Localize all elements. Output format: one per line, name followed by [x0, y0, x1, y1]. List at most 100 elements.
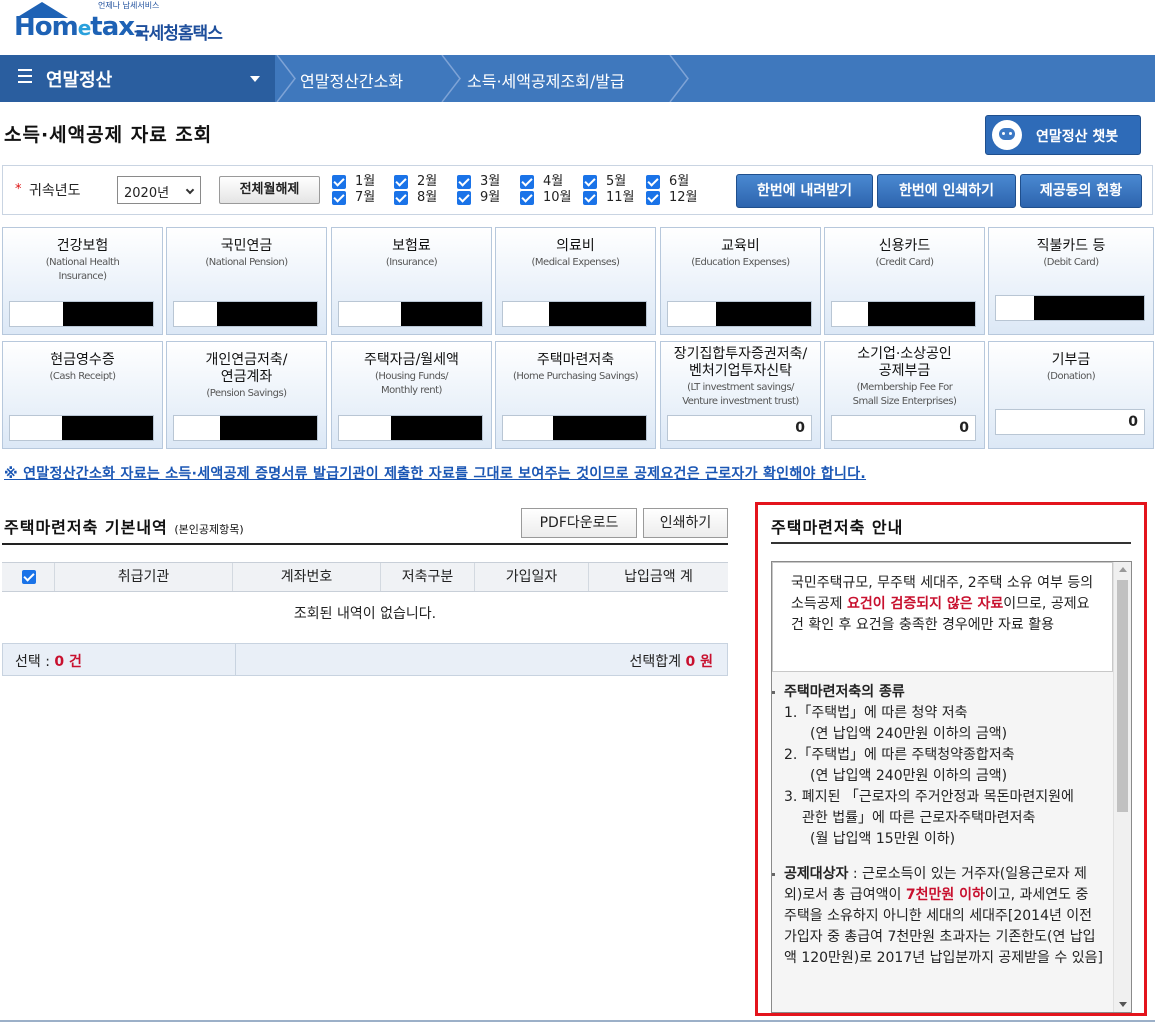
card-subtitle: (Education Expenses) — [691, 257, 790, 268]
month-checkbox-5[interactable] — [583, 175, 597, 189]
year-label: 귀속년도 — [29, 183, 81, 199]
card-national-pension[interactable]: 국민연금 (National Pension) — [166, 227, 327, 335]
month-checkbox-3[interactable] — [457, 175, 471, 189]
card-title: 개인연금저축/ — [205, 352, 288, 368]
menu-title: 연말정산 — [46, 70, 113, 91]
month-checkbox-4[interactable] — [520, 175, 534, 189]
chevron-right-icon — [276, 55, 296, 102]
card-credit-card[interactable]: 신용카드 (Credit Card) — [824, 227, 985, 335]
card-amount: 0 — [995, 409, 1145, 435]
redaction-block — [63, 302, 153, 326]
scroll-thumb[interactable] — [1117, 580, 1128, 812]
card-pension-savings[interactable]: 개인연금저축/ 연금계좌 (Pension Savings) — [166, 341, 327, 449]
card-subtitle: Monthly rent) — [381, 385, 442, 396]
section-title-note: (본인공제항목) — [174, 523, 244, 536]
card-amount — [502, 301, 647, 327]
card-amount — [173, 301, 318, 327]
card-health-insurance[interactable]: 건강보험 (National Health Insurance) — [2, 227, 163, 335]
card-amount — [831, 301, 976, 327]
guide-scrollbar[interactable] — [1113, 562, 1131, 1012]
top-navbar: 연말정산 연말정산간소화 소득·세액공제조회/발급 — [0, 55, 1155, 102]
card-donation[interactable]: 기부금 (Donation) 0 — [988, 341, 1154, 449]
redaction-block — [549, 302, 646, 326]
hamburger-icon — [18, 69, 32, 87]
card-home-purchasing-savings[interactable]: 주택마련저축 (Home Purchasing Savings) — [495, 341, 656, 449]
card-subtitle: (Cash Receipt) — [49, 371, 117, 382]
card-amount: 0 — [667, 415, 812, 441]
guide-type-3: 3. 폐지된 「근로자의 주거안정과 목돈마련지원에 — [784, 789, 1074, 805]
card-title: 국민연금 — [220, 238, 273, 254]
card-education-expenses[interactable]: 교육비 (Education Expenses) — [660, 227, 821, 335]
card-title: 신용카드 — [878, 238, 931, 254]
empty-table-message: 조회된 내역이 없습니다. — [293, 606, 437, 622]
deselect-all-months-button[interactable]: 전체월해제 — [219, 176, 320, 204]
card-amount — [995, 295, 1145, 321]
card-small-business-fee[interactable]: 소기업·소상공인 공제부금 (Membership Fee For Small … — [824, 341, 985, 449]
card-subtitle: (Membership Fee For — [856, 382, 953, 393]
download-all-button[interactable]: 한번에 내려받기 — [736, 174, 873, 208]
col-join-date: 가입일자 — [474, 563, 588, 591]
scroll-up-icon[interactable] — [1119, 567, 1127, 572]
card-title: 소기업·소상공인 — [857, 346, 952, 362]
provider-consent-status-button[interactable]: 제공동의 현황 — [1020, 174, 1142, 208]
redaction-block — [217, 302, 317, 326]
year-select-value: 2020년 — [124, 186, 170, 201]
guide-scroll-area[interactable]: 국민주택규모, 무주택 세대주, 2주택 소유 여부 등의 소득공제 요건이 검… — [771, 561, 1132, 1013]
card-insurance[interactable]: 보험료 (Insurance) — [331, 227, 492, 335]
pdf-download-button[interactable]: PDF다운로드 — [521, 508, 637, 538]
print-button[interactable]: 인쇄하기 — [643, 508, 728, 538]
breadcrumb-deduction-inquiry[interactable]: 소득·세액공제조회/발급 — [467, 68, 625, 92]
month-checkbox-11[interactable] — [583, 191, 597, 205]
redaction-block — [62, 416, 153, 440]
card-subtitle: Insurance) — [58, 271, 107, 282]
filter-bar: * 귀속년도 2020년 전체월해제 1월 2월 3월 4월 5월 6월 7월 … — [2, 165, 1153, 215]
card-amount — [502, 415, 647, 441]
hometax-logo[interactable]: 언제나 납세서비스 Hometax. 국세청홈택스 — [10, 0, 250, 52]
month-checkbox-6[interactable] — [646, 175, 660, 189]
select-all-checkbox[interactable] — [22, 570, 36, 584]
card-title: 장기집합투자증권저축/ — [673, 346, 808, 362]
card-medical-expenses[interactable]: 의료비 (Medical Expenses) — [495, 227, 656, 335]
card-amount — [667, 301, 812, 327]
card-subtitle: (Housing Funds/ — [374, 371, 449, 382]
bottom-divider — [0, 1020, 1155, 1022]
notice-link[interactable]: ※ 연말정산간소화 자료는 소득·세액공제 증명서류 발급기관이 제출한 자료를… — [4, 463, 866, 483]
selected-count: 선택 : 0 건 — [15, 654, 82, 670]
card-debit-card[interactable]: 직불카드 등 (Debit Card) — [988, 227, 1154, 335]
card-housing-funds[interactable]: 주택자금/월세액 (Housing Funds/ Monthly rent) — [331, 341, 492, 449]
selected-total: 선택합계 0 원 — [629, 654, 713, 670]
month-checkbox-2[interactable] — [394, 175, 408, 189]
menu-dropdown[interactable]: 연말정산 — [0, 55, 275, 102]
card-title: 주택마련저축 — [536, 352, 615, 368]
card-subtitle: Venture investment trust) — [682, 396, 799, 407]
card-title: 보험료 — [392, 238, 431, 254]
table-top-border — [2, 543, 728, 545]
month-label: 3월 — [480, 174, 501, 189]
col-savings-type: 저축구분 — [380, 563, 474, 591]
print-all-button[interactable]: 한번에 인쇄하기 — [877, 174, 1016, 208]
chatbot-button[interactable]: 연말정산 챗봇 — [985, 115, 1141, 155]
card-amount — [338, 415, 483, 441]
month-label: 8월 — [417, 190, 438, 205]
month-checkbox-10[interactable] — [520, 191, 534, 205]
month-label: 12월 — [669, 190, 698, 205]
month-checkbox-9[interactable] — [457, 191, 471, 205]
card-title-line2: 벤처기업투자신탁 — [688, 363, 793, 379]
chevron-down-icon — [185, 185, 195, 195]
month-label: 6월 — [669, 174, 690, 189]
year-select[interactable]: 2020년 — [117, 176, 201, 204]
month-checkbox-7[interactable] — [332, 191, 346, 205]
card-subtitle: (Credit Card) — [875, 257, 934, 268]
month-checkbox-1[interactable] — [332, 175, 346, 189]
card-cash-receipt[interactable]: 현금영수증 (Cash Receipt) — [2, 341, 163, 449]
guide-target: 공제대상자 : 근로소득이 있는 거주자(일용근로자 제외)로서 총 급여액이 … — [772, 864, 1105, 969]
card-lt-investment-savings[interactable]: 장기집합투자증권저축/ 벤처기업투자신탁 (LT investment savi… — [660, 341, 821, 449]
card-amount: 0 — [831, 415, 976, 441]
section-title: 주택마련저축 기본내역 (본인공제항목) — [4, 518, 244, 537]
card-subtitle: (National Health — [45, 257, 120, 268]
month-checkbox-8[interactable] — [394, 191, 408, 205]
guide-content: 주택마련저축의 종류 1.「주택법」에 따른 청약 저축 (연 납입액 240만… — [772, 678, 1113, 969]
month-checkbox-12[interactable] — [646, 191, 660, 205]
breadcrumb-yearend-simplified[interactable]: 연말정산간소화 — [300, 68, 403, 92]
scroll-down-icon[interactable] — [1119, 1002, 1127, 1007]
